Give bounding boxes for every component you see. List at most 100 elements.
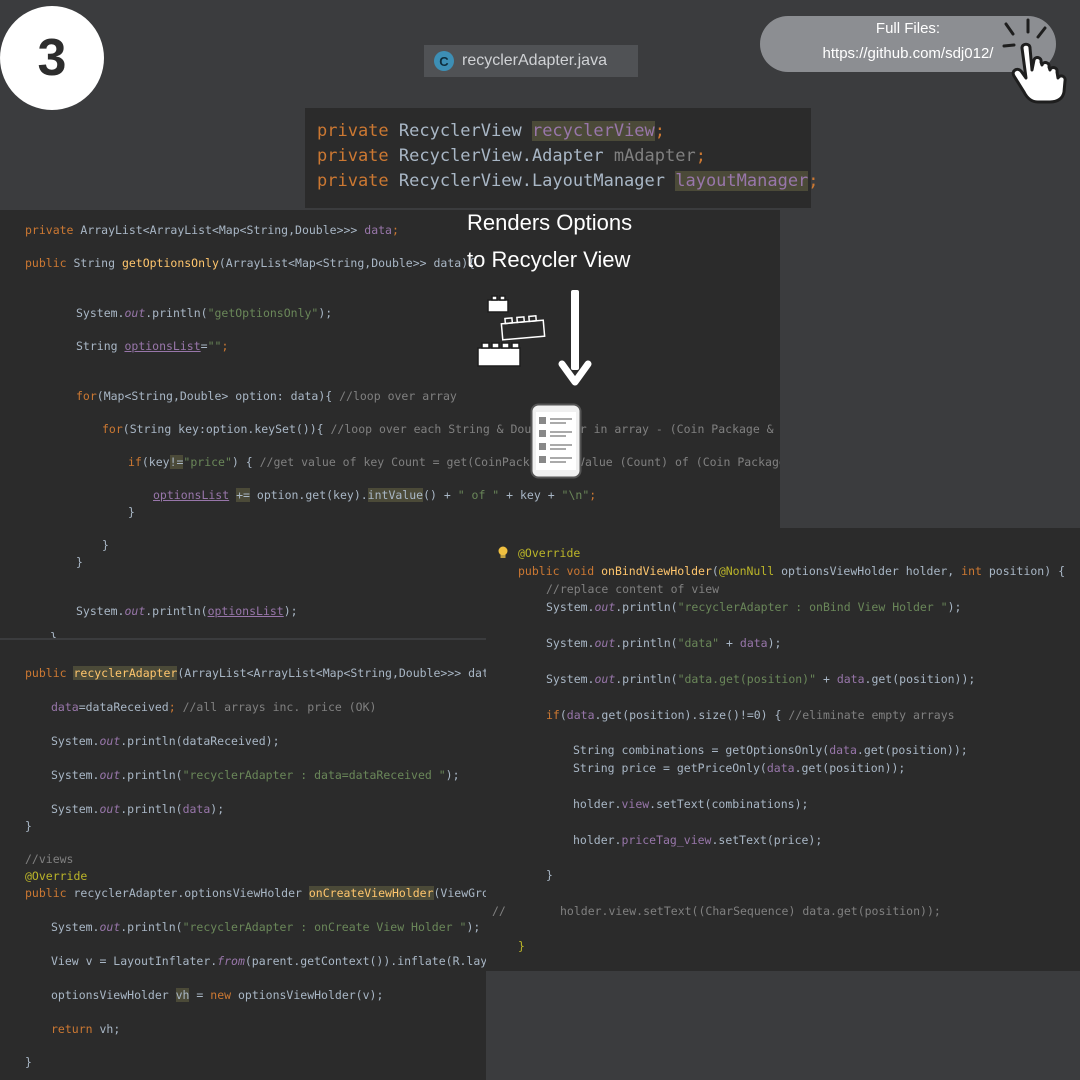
code-token: vh; [99, 1022, 121, 1036]
code-token: .get(position)); [794, 761, 906, 775]
code-token: private [317, 121, 399, 141]
code-token: () + [423, 488, 458, 502]
code-token: new [210, 988, 238, 1002]
down-arrow-icon [558, 290, 592, 386]
code-token: layoutManager [675, 171, 809, 191]
code-line: if(data.get(position).size()!=0) { //eli… [546, 708, 955, 722]
code-token: optionsViewHolder holder, [781, 564, 962, 578]
code-token: .get(position).size()!=0) { [594, 708, 789, 722]
code-token: holder.view.setText((CharSequence) data.… [560, 904, 941, 918]
code-line: public recyclerAdapter(ArrayList<ArrayLi… [25, 666, 486, 680]
code-line: System.out.println("recyclerAdapter : on… [546, 600, 961, 614]
code-token: recyclerAdapter.optionsViewHolder [73, 886, 309, 900]
code-token: .println( [615, 672, 678, 686]
code-token: (String key:option.keySet()){ [122, 422, 331, 436]
code-token: } [50, 630, 57, 638]
code-token: private [317, 146, 399, 166]
code-line: public String getOptionsOnly(ArrayList<M… [25, 256, 475, 270]
code-token: if [546, 708, 560, 722]
code-line: String price = getPriceOnly(data.get(pos… [573, 761, 905, 775]
code-token: ); [767, 636, 782, 650]
code-token: data [766, 761, 795, 775]
code-line: String optionsList=""; [76, 339, 228, 353]
adapter-constructor-code-panel: public recyclerAdapter(ArrayList<ArrayLi… [0, 640, 486, 1080]
code-token: optionsList [153, 488, 230, 502]
code-token: } [546, 868, 553, 882]
code-line: for(Map<String,Double> option: data){ //… [76, 389, 457, 403]
code-line: @Override [518, 546, 580, 560]
code-line: if(key!="price") { //get value of key Co… [128, 455, 780, 469]
code-token: (key [141, 455, 170, 469]
code-token: .println( [615, 636, 678, 650]
code-line: //views [25, 852, 73, 866]
code-token: optionsViewHolder [51, 988, 176, 1002]
code-line: } [102, 538, 109, 552]
phone-list-icon [530, 403, 582, 479]
code-token: .println( [615, 600, 678, 614]
code-token: "recyclerAdapter : onCreate View Holder … [182, 920, 467, 934]
code-line: return vh; [51, 1022, 120, 1036]
code-line: private ArrayList<ArrayList<Map<String,D… [25, 223, 399, 237]
code-token: .println(dataReceived); [120, 734, 280, 748]
code-token: "getOptionsOnly" [207, 306, 319, 320]
code-line: System.out.println("data" + data); [546, 636, 781, 650]
file-tab[interactable]: C recyclerAdapter.java [424, 45, 638, 77]
code-token: .println( [120, 920, 183, 934]
code-token: .setText(combinations); [649, 797, 809, 811]
code-token: System. [76, 306, 125, 320]
code-line: private RecyclerView recyclerView; [317, 121, 665, 141]
step-number: 3 [37, 29, 67, 87]
code-token: System. [51, 768, 100, 782]
code-token: } [25, 819, 32, 833]
code-token: + key + [499, 488, 562, 502]
code-line: optionsViewHolder vh = new optionsViewHo… [51, 988, 383, 1002]
code-token: "data.get(position)" [677, 672, 817, 686]
code-token: //replace content of view [546, 582, 720, 596]
on-bind-view-holder-code-panel: @Override public void onBindViewHolder(@… [486, 528, 1080, 971]
code-token: public void [518, 564, 602, 578]
code-token: } [518, 939, 525, 953]
code-token: .println( [120, 802, 183, 816]
code-token: out [99, 768, 121, 782]
code-token: RecyclerView.LayoutManager [398, 171, 676, 191]
code-token: "price" [183, 455, 232, 469]
code-token: "recyclerAdapter : data=dataReceived " [182, 768, 446, 782]
code-token: = [189, 988, 211, 1002]
code-token: ; [654, 121, 666, 141]
code-line: System.out.println(optionsList); [76, 604, 298, 618]
code-token: String [76, 339, 125, 353]
code-token: onCreateViewHolder [308, 886, 434, 900]
code-line: System.out.println(data); [51, 802, 224, 816]
code-token: data [836, 672, 865, 686]
code-token: (Map<String,Double> option: data){ [96, 389, 340, 403]
pointing-hand-icon [1002, 18, 1067, 104]
code-token: "\n" [561, 488, 590, 502]
code-line: private RecyclerView.LayoutManager layou… [317, 171, 819, 191]
code-token: System. [546, 636, 595, 650]
field-declarations-panel: private RecyclerView recyclerView; priva… [305, 108, 819, 208]
code-token: data [51, 700, 79, 714]
code-token: "data" [677, 636, 720, 650]
code-token: @NonNull [718, 564, 782, 578]
code-line: System.out.println("getOptionsOnly"); [76, 306, 332, 320]
code-line: View v = LayoutInflater.from(parent.getC… [51, 954, 486, 968]
code-token: System. [546, 672, 595, 686]
code-token: ; [221, 339, 229, 353]
code-token: String combinations = getOptionsOnly( [573, 743, 830, 757]
code-token: View v = LayoutInflater. [51, 954, 218, 968]
code-line: holder.view.setText((CharSequence) data.… [560, 904, 941, 918]
code-token: @Override [518, 546, 581, 560]
code-token: private [25, 223, 81, 237]
code-token: ; [168, 700, 183, 714]
code-token: (ArrayList<Map<String,Double>> data){ [218, 256, 476, 270]
code-token: //views [25, 852, 74, 866]
code-token: } [102, 538, 109, 552]
code-line: } [25, 819, 32, 833]
code-token: //all arrays inc. price (OK) [182, 700, 377, 714]
code-line: optionsList += option.get(key).intValue(… [153, 488, 596, 502]
code-token: = [200, 339, 208, 353]
code-token: recyclerView [531, 121, 655, 141]
code-token: ; [695, 146, 706, 166]
code-line: public recyclerAdapter.optionsViewHolder… [25, 886, 486, 900]
code-token: recyclerAdapter [73, 666, 178, 680]
